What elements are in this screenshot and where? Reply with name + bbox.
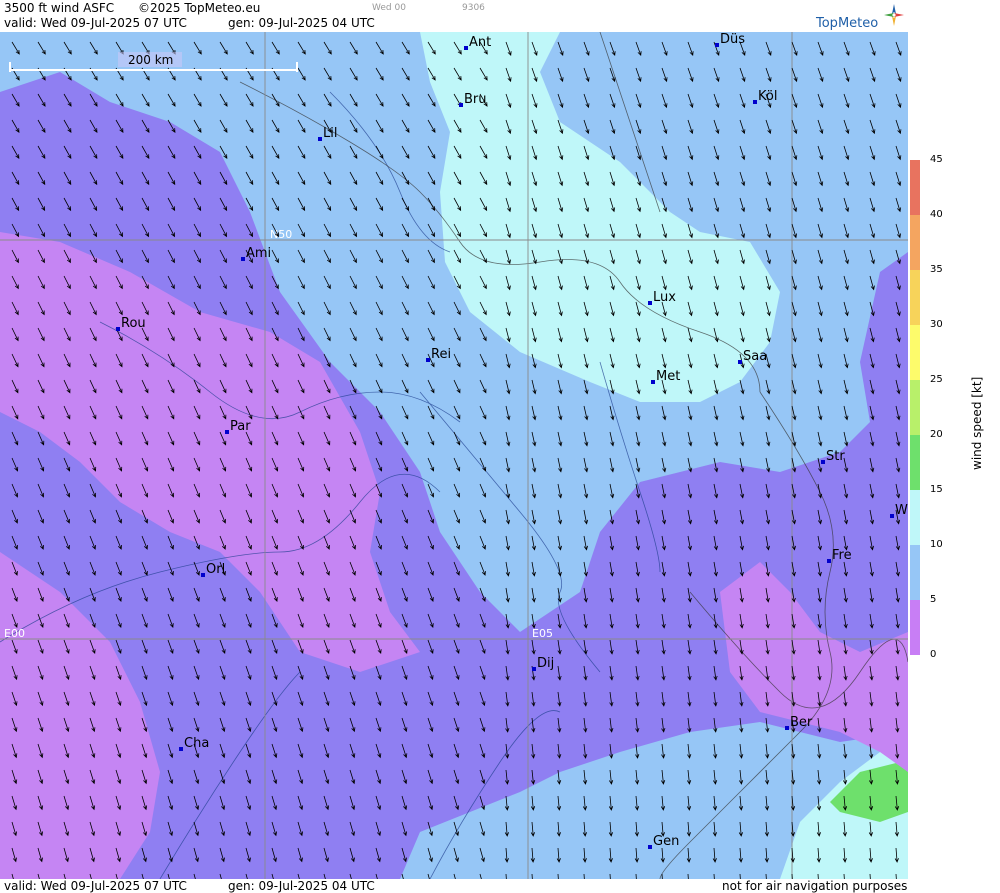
city-marker [648, 301, 652, 305]
city-bru: Bru [459, 92, 487, 107]
legend-tick: 25 [930, 374, 943, 385]
city-label: Rei [431, 347, 451, 362]
city-marker [225, 430, 229, 434]
city-saa: Saa [738, 349, 767, 364]
city-met: Met [651, 369, 680, 384]
legend-tick: 45 [930, 154, 943, 165]
city-label: Saa [743, 349, 767, 364]
city-marker [753, 100, 757, 104]
city-label: Köl [758, 89, 777, 104]
brand-name: TopMeteo [816, 16, 879, 31]
city-marker [890, 514, 894, 518]
legend-tick: 10 [930, 539, 943, 550]
city-marker [116, 327, 120, 331]
color-bar-segment [910, 325, 920, 380]
city-label: Bru [464, 92, 487, 107]
header-extra-1: Wed 00 [372, 3, 406, 13]
city-marker [426, 358, 430, 362]
city-label: Rou [121, 316, 146, 331]
legend-tick: 35 [930, 264, 943, 275]
grid-label-e00: E00 [4, 627, 25, 640]
city-marker [459, 103, 463, 107]
city-marker [648, 845, 652, 849]
legend-tick: 5 [930, 594, 937, 605]
footer-generation-time: gen: 09-Jul-2025 04 UTC [228, 879, 375, 893]
city-marker [827, 559, 831, 563]
city-label: Ami [246, 246, 271, 261]
city-düs: Düs [715, 32, 745, 47]
legend-tick: 20 [930, 429, 943, 440]
grid-label-e05: E05 [532, 627, 553, 640]
scale-bar-label: 200 km [128, 53, 173, 67]
wind-map[interactable]: N50 E00 E05 200 km Ant Düs Bru Köl Lil Ami Rou… [0, 32, 908, 879]
legend-title: wind speed [kt] [970, 376, 984, 470]
header: 3500 ft wind ASFC ©2025 TopMeteo.eu Wed … [0, 0, 1000, 32]
city-marker [241, 257, 245, 261]
copyright: ©2025 TopMeteo.eu [138, 1, 261, 15]
city-marker [715, 43, 719, 47]
city-ber: Ber [785, 715, 813, 730]
city-label: Cha [184, 736, 209, 751]
city-label: Gen [653, 834, 679, 849]
city-cha: Cha [179, 736, 209, 751]
city-label: Ber [790, 715, 813, 730]
city-label: Fre [832, 548, 852, 563]
generation-time: gen: 09-Jul-2025 04 UTC [228, 16, 375, 30]
color-bar-segment [910, 270, 920, 325]
grid-label-n50: N50 [270, 228, 292, 241]
topmeteo-logo: TopMeteo [812, 4, 904, 31]
city-label: Lux [653, 290, 676, 305]
city-marker [318, 137, 322, 141]
color-bar-segment [910, 545, 920, 600]
city-marker [532, 667, 536, 671]
city-label: W [895, 503, 908, 518]
map-title: 3500 ft wind ASFC [4, 1, 115, 15]
city-marker [785, 726, 789, 730]
city-label: Ant [469, 35, 491, 50]
city-marker [201, 573, 205, 577]
city-label: Par [230, 419, 251, 434]
legend-tick: 40 [930, 209, 943, 220]
city-marker [464, 46, 468, 50]
city-label: Met [656, 369, 680, 384]
city-ant: Ant [464, 35, 491, 50]
city-label: Str [826, 449, 845, 464]
disclaimer: not for air navigation purposes [722, 879, 908, 893]
city-rou: Rou [116, 316, 146, 331]
wind-speed-legend: 45 40 35 30 25 20 15 10 5 0 [908, 32, 1000, 879]
city-label: Dij [537, 656, 554, 671]
color-bar-segment [910, 215, 920, 270]
city-marker [651, 380, 655, 384]
legend-tick: 30 [930, 319, 943, 330]
footer: valid: Wed 09-Jul-2025 07 UTC gen: 09-Ju… [0, 879, 1000, 893]
city-gen: Gen [648, 834, 679, 849]
city-ami: Ami [241, 246, 271, 261]
legend-tick: 0 [930, 649, 937, 660]
city-marker [738, 360, 742, 364]
city-label: Lil [323, 126, 337, 141]
footer-valid-time: valid: Wed 09-Jul-2025 07 UTC [4, 879, 187, 893]
legend-tick: 15 [930, 484, 943, 495]
color-bar-segment [910, 435, 920, 490]
city-label: Orl [206, 562, 225, 577]
city-marker [179, 747, 183, 751]
color-bar-segment [910, 490, 920, 545]
city-label: Düs [720, 32, 745, 47]
valid-time: valid: Wed 09-Jul-2025 07 UTC [4, 16, 187, 30]
color-bar-segment [910, 380, 920, 435]
color-bar-segment [910, 160, 920, 215]
city-marker [821, 460, 825, 464]
compass-icon [884, 4, 904, 26]
color-bar-segment [910, 600, 920, 655]
city-lux: Lux [648, 290, 676, 305]
header-extra-2: 9306 [462, 3, 485, 13]
